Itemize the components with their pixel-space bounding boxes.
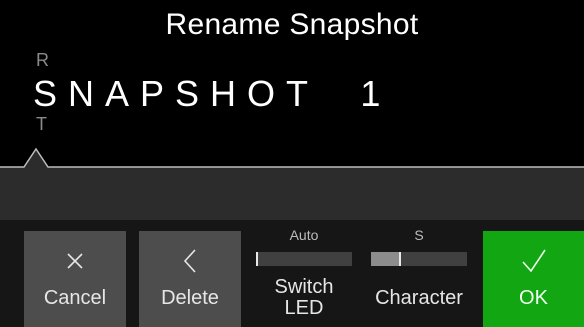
screen-title: Rename Snapshot — [165, 8, 419, 41]
switch-led-label: Switch LED — [254, 277, 354, 319]
cursor-strip — [0, 147, 584, 220]
character-fill — [371, 252, 400, 266]
char-preview-above: R — [36, 50, 49, 70]
cursor-caret — [0, 149, 584, 220]
switch-led-marker — [256, 252, 258, 266]
cancel-button[interactable]: Cancel — [24, 231, 126, 327]
chevron-left-icon — [139, 247, 241, 275]
character-slider[interactable] — [371, 252, 467, 266]
checkmark-icon — [483, 247, 584, 275]
snapshot-name-field[interactable]: SNAPSHOT 1 — [33, 73, 391, 115]
character-value: S — [414, 227, 424, 243]
delete-label: Delete — [161, 287, 219, 309]
char-preview-below: T — [36, 114, 47, 134]
delete-button[interactable]: Delete — [139, 231, 241, 327]
switch-led-label-line2: LED — [284, 297, 324, 319]
ok-button[interactable]: OK — [483, 231, 584, 327]
close-icon — [24, 247, 126, 275]
character-param[interactable]: S Character — [369, 222, 469, 327]
cancel-label: Cancel — [43, 287, 107, 309]
switch-led-label-line1: Switch — [274, 276, 334, 298]
switch-led-slider[interactable] — [256, 252, 352, 266]
character-marker — [399, 252, 401, 266]
character-label: Character — [375, 287, 463, 309]
switch-led-value: Auto — [289, 227, 319, 243]
rename-snapshot-screen: Rename Snapshot R SNAPSHOT 1 T Cancel De… — [0, 0, 584, 327]
ok-label: OK — [519, 287, 548, 309]
switch-led-param[interactable]: Auto Switch LED — [254, 222, 354, 327]
